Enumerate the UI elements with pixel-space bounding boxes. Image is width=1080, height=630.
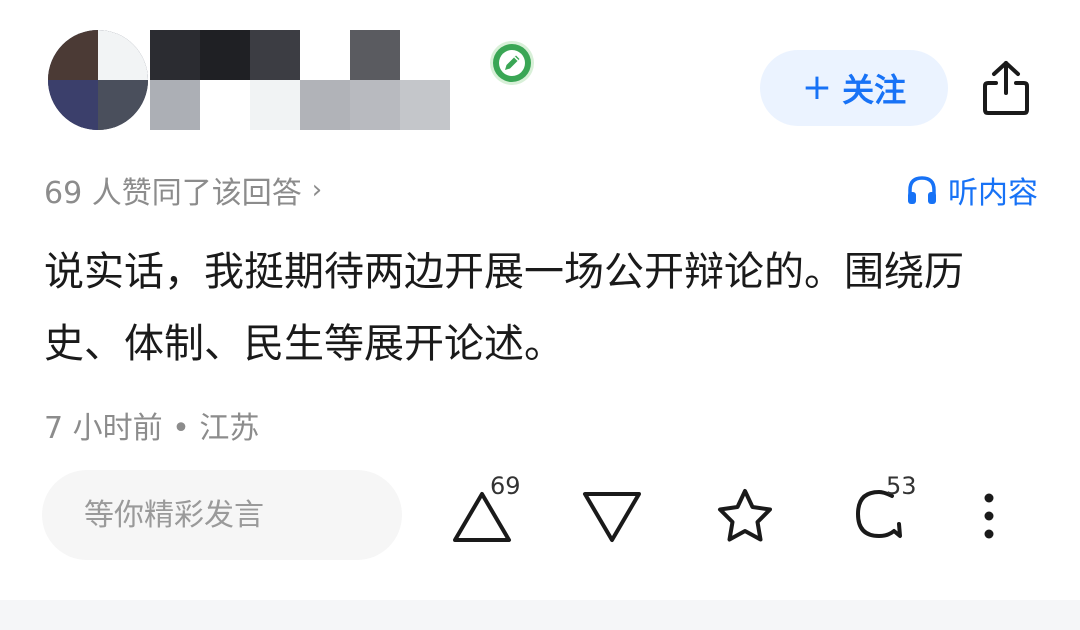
section-divider (0, 600, 1080, 630)
upvote-button[interactable]: 69 (444, 472, 521, 554)
votes-summary-text: 69 人赞同了该回答 (44, 176, 302, 211)
chevron-right-icon: › (311, 175, 323, 205)
more-dots-icon (984, 493, 994, 539)
listen-button-label: 听内容 (948, 176, 1038, 211)
share-icon (983, 61, 1029, 115)
downvote-button[interactable] (576, 478, 648, 554)
follow-button[interactable]: + 关注 (760, 50, 948, 126)
comment-button[interactable]: 53 (844, 472, 920, 554)
answer-text: 说实话，我挺期待两边开展一场公开辩论的。围绕历史、体制、民生等展开论述。 (44, 249, 964, 367)
avatar[interactable] (48, 30, 148, 130)
answer-meta: 7 小时前 • 江苏 (44, 411, 260, 446)
upvote-count: 69 (490, 472, 521, 500)
pencil-badge-icon (490, 41, 534, 85)
downvote-triangle-icon (583, 492, 641, 542)
comment-count: 53 (886, 472, 917, 500)
favorite-button[interactable] (710, 478, 780, 554)
comment-input[interactable] (42, 470, 402, 560)
share-button[interactable] (976, 56, 1036, 120)
author-block[interactable] (48, 30, 534, 140)
author-info-pixelated (150, 30, 450, 130)
listen-button[interactable]: 听内容 (906, 168, 1038, 212)
headphones-icon (908, 176, 936, 204)
star-icon (718, 489, 772, 542)
more-options-button[interactable] (966, 478, 1012, 554)
votes-summary-link[interactable]: 69 人赞同了该回答 › (44, 168, 322, 212)
plus-icon: + (801, 67, 833, 108)
follow-button-label: 关注 (842, 71, 907, 109)
